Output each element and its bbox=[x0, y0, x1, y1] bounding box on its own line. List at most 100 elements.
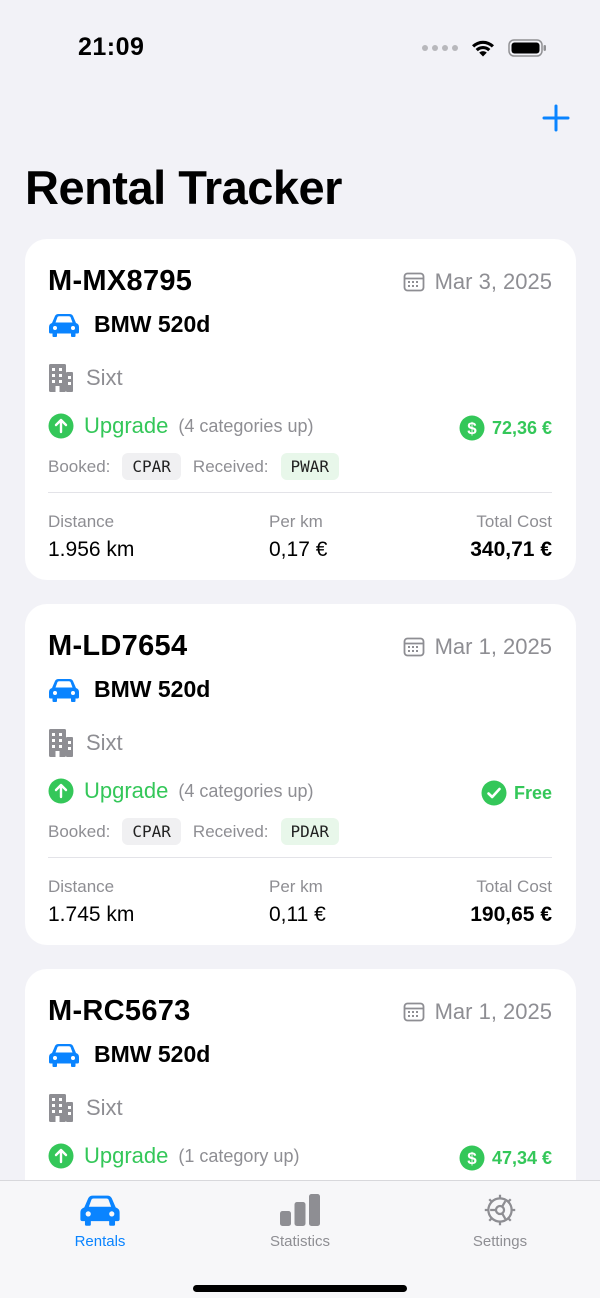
license-plate: M-MX8795 bbox=[48, 265, 193, 297]
building-icon bbox=[49, 1094, 73, 1122]
rental-company: Sixt bbox=[86, 365, 123, 390]
upgrade-label: Upgrade bbox=[84, 1143, 169, 1168]
upgrade-price: Free bbox=[481, 780, 552, 806]
received-label: Received: bbox=[192, 456, 269, 476]
car-row: BMW 520d bbox=[48, 676, 210, 703]
upgrade-row: Upgrade (4 categories up) bbox=[48, 413, 313, 439]
car-row: BMW 520d bbox=[48, 311, 210, 338]
calendar-icon bbox=[403, 637, 424, 657]
rental-list[interactable]: M-MX8795 Mar 3, 2025 BMW 520d Sixt Upgra… bbox=[25, 239, 576, 1180]
calendar-icon bbox=[403, 272, 424, 292]
price-text: 72,36 € bbox=[491, 417, 552, 438]
upgrade-label: Upgrade bbox=[84, 413, 169, 438]
total-cost-label: Total Cost bbox=[476, 877, 552, 896]
bar-chart-icon bbox=[280, 1194, 320, 1226]
rental-company: Sixt bbox=[86, 730, 123, 755]
upgrade-detail: (1 category up) bbox=[178, 1145, 300, 1166]
divider bbox=[48, 492, 552, 493]
distance-value: 1.745 km bbox=[48, 903, 135, 926]
car-row: BMW 520d bbox=[48, 1041, 210, 1068]
company-row: Sixt bbox=[48, 363, 123, 393]
checkmark-circle-icon bbox=[481, 780, 507, 806]
distance-stat: Distance 1.956 km bbox=[48, 512, 134, 562]
license-plate: M-RC5673 bbox=[48, 995, 191, 1027]
price-text: 47,34 € bbox=[491, 1147, 552, 1168]
divider bbox=[48, 857, 552, 858]
tab-label: Settings bbox=[472, 1233, 528, 1250]
date-text: Mar 3, 2025 bbox=[434, 269, 552, 294]
rental-date: Mar 1, 2025 bbox=[403, 999, 552, 1025]
date-text: Mar 1, 2025 bbox=[434, 999, 552, 1024]
upgrade-label: Upgrade bbox=[84, 778, 169, 803]
price-text: Free bbox=[513, 782, 552, 803]
upgrade-row: Upgrade (1 category up) bbox=[48, 1143, 299, 1169]
category-row: Booked: CPAR Received: PWAR bbox=[48, 453, 340, 480]
page-title: Rental Tracker bbox=[25, 161, 342, 214]
booked-category: CPAR bbox=[122, 453, 181, 480]
date-text: Mar 1, 2025 bbox=[434, 634, 552, 659]
rental-card[interactable]: M-RC5673 Mar 1, 2025 BMW 520d Sixt Upgra… bbox=[25, 969, 576, 1180]
company-row: Sixt bbox=[48, 728, 123, 758]
rental-date: Mar 3, 2025 bbox=[403, 269, 552, 295]
license-plate: M-LD7654 bbox=[48, 630, 188, 662]
add-rental-button[interactable] bbox=[538, 100, 574, 136]
booked-label: Booked: bbox=[48, 821, 111, 841]
rental-card[interactable]: M-MX8795 Mar 3, 2025 BMW 520d Sixt Upgra… bbox=[25, 239, 576, 580]
dollar-circle-icon: $ bbox=[459, 415, 485, 441]
per-km-label: Per km bbox=[269, 877, 323, 896]
home-indicator[interactable] bbox=[193, 1285, 407, 1292]
booked-category: CPAR bbox=[122, 818, 181, 845]
status-bar: 21:09 bbox=[0, 0, 600, 96]
booked-label: Booked: bbox=[48, 456, 111, 476]
upgrade-detail: (4 categories up) bbox=[178, 780, 314, 801]
tab-rentals[interactable]: Rentals bbox=[30, 1193, 170, 1250]
building-icon bbox=[49, 729, 73, 757]
gear-icon bbox=[484, 1194, 516, 1226]
arrow-up-circle-icon bbox=[48, 413, 74, 439]
tab-settings[interactable]: Settings bbox=[430, 1193, 570, 1250]
per-km-value: 0,11 € bbox=[269, 903, 326, 926]
tab-statistics[interactable]: Statistics bbox=[230, 1193, 370, 1250]
received-category: PDAR bbox=[280, 818, 340, 845]
car-model: BMW 520d bbox=[94, 311, 211, 337]
received-category: PWAR bbox=[280, 453, 340, 480]
car-icon bbox=[49, 313, 79, 337]
arrow-up-circle-icon bbox=[48, 778, 74, 804]
car-icon bbox=[49, 1043, 79, 1067]
total-cost-stat: Total Cost 340,71 € bbox=[470, 512, 552, 562]
car-icon bbox=[80, 1195, 120, 1226]
company-row: Sixt bbox=[48, 1093, 123, 1123]
tab-bar: Rentals Statistics Settings bbox=[0, 1180, 600, 1298]
building-icon bbox=[49, 364, 73, 392]
distance-stat: Distance 1.745 km bbox=[48, 877, 134, 927]
per-km-value: 0,17 € bbox=[269, 538, 328, 561]
calendar-icon bbox=[403, 1002, 424, 1022]
rental-date: Mar 1, 2025 bbox=[403, 634, 552, 660]
total-cost-stat: Total Cost 190,65 € bbox=[470, 877, 552, 927]
signal-icon bbox=[422, 45, 458, 51]
car-model: BMW 520d bbox=[94, 676, 211, 702]
distance-value: 1.956 km bbox=[48, 538, 135, 561]
status-icons bbox=[422, 38, 548, 58]
received-label: Received: bbox=[192, 821, 269, 841]
battery-icon bbox=[508, 39, 546, 57]
distance-label: Distance bbox=[48, 877, 115, 896]
total-cost-label: Total Cost bbox=[476, 512, 552, 531]
per-km-label: Per km bbox=[269, 512, 323, 531]
per-km-stat: Per km 0,17 € bbox=[269, 512, 327, 562]
upgrade-row: Upgrade (4 categories up) bbox=[48, 778, 313, 804]
category-row: Booked: CPAR Received: PDAR bbox=[48, 818, 340, 845]
wifi-icon bbox=[472, 40, 494, 57]
distance-label: Distance bbox=[48, 512, 115, 531]
tab-label: Statistics bbox=[269, 1233, 330, 1250]
upgrade-price: $ 72,36 € bbox=[459, 415, 552, 441]
svg-text:$: $ bbox=[467, 419, 477, 438]
svg-text:$: $ bbox=[467, 1149, 477, 1168]
rental-card[interactable]: M-LD7654 Mar 1, 2025 BMW 520d Sixt Upgra… bbox=[25, 604, 576, 945]
per-km-stat: Per km 0,11 € bbox=[269, 877, 326, 927]
plus-icon bbox=[542, 104, 570, 132]
total-cost-value: 340,71 € bbox=[470, 538, 552, 561]
upgrade-price: $ 47,34 € bbox=[459, 1145, 552, 1171]
rental-company: Sixt bbox=[86, 1095, 123, 1120]
car-model: BMW 520d bbox=[94, 1041, 211, 1067]
